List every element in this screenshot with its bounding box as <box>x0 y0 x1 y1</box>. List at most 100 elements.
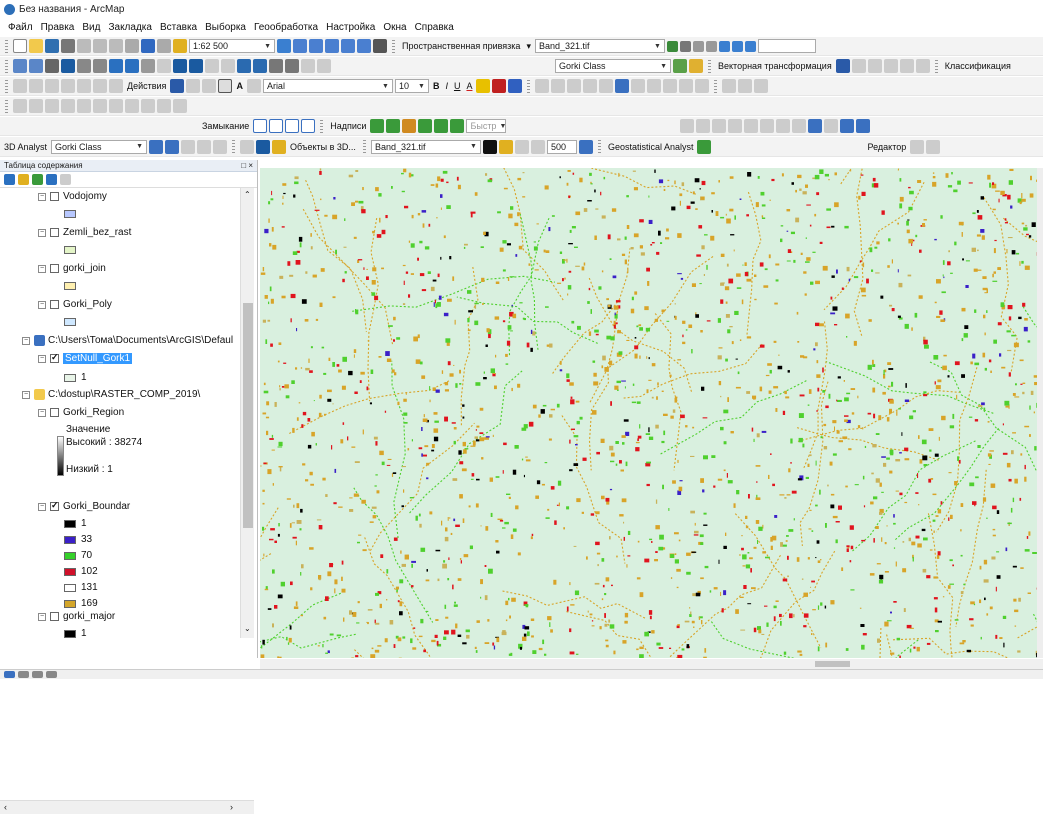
toc-vertical-scrollbar[interactable]: ⌃ ⌄ <box>240 188 254 638</box>
fixed-zoom-out-icon[interactable] <box>93 59 107 73</box>
toc-close-button[interactable]: □ × <box>241 161 253 170</box>
visibility-checkbox[interactable] <box>50 192 59 201</box>
legend-swatch[interactable] <box>64 600 76 608</box>
toolbar-grip[interactable] <box>232 140 235 153</box>
map-horizontal-scrollbar[interactable] <box>260 659 1043 669</box>
scroll-left-icon[interactable]: ‹ <box>4 802 7 812</box>
classify-icon[interactable] <box>689 59 703 73</box>
undo-icon[interactable] <box>141 39 155 53</box>
vertex-icon[interactable] <box>61 79 75 93</box>
analyst-tool-icon[interactable] <box>181 140 195 154</box>
legend-swatch[interactable] <box>64 552 76 560</box>
layer-vodojomy[interactable]: − Vodojomy <box>38 191 107 202</box>
legend-swatch[interactable] <box>64 630 76 638</box>
georef-tool-icon[interactable] <box>663 79 677 93</box>
menu-bookmarks[interactable]: Закладка <box>104 22 155 33</box>
brightness-icon[interactable] <box>499 140 513 154</box>
label-manager-icon[interactable] <box>370 119 384 133</box>
utility-tool-icon[interactable] <box>29 99 43 113</box>
analyst-tool-icon[interactable] <box>165 140 179 154</box>
paste-icon[interactable] <box>109 39 123 53</box>
menu-geoprocessing[interactable]: Геообработка <box>250 22 322 33</box>
find-icon[interactable] <box>253 59 267 73</box>
legend-swatch[interactable] <box>64 584 76 592</box>
fill-color-icon[interactable] <box>476 79 490 93</box>
line-color-icon[interactable] <box>492 79 506 93</box>
link-table-icon[interactable] <box>900 59 914 73</box>
italic-icon[interactable]: I <box>443 81 450 91</box>
georef-tool-icon[interactable] <box>583 79 597 93</box>
layer-gorki-boundar[interactable]: −Gorki_Boundar <box>38 501 130 512</box>
utility-tool-icon[interactable] <box>173 99 187 113</box>
image-tool-icon[interactable] <box>856 119 870 133</box>
menu-windows[interactable]: Окна <box>379 22 410 33</box>
back-icon[interactable] <box>109 59 123 73</box>
preview-icon[interactable] <box>916 59 930 73</box>
globe-icon[interactable] <box>256 140 270 154</box>
goto-xy-icon[interactable] <box>285 59 299 73</box>
tolerance-icon[interactable] <box>93 79 107 93</box>
visibility-checkbox[interactable] <box>50 228 59 237</box>
utility-tool-icon[interactable] <box>45 99 59 113</box>
underline-icon[interactable]: U <box>452 81 463 91</box>
georef-tool-icon[interactable] <box>567 79 581 93</box>
actions-label[interactable]: Действия <box>125 81 168 91</box>
raster-classification-map[interactable] <box>260 168 1037 658</box>
full-extent-icon[interactable] <box>61 59 75 73</box>
menu-insert[interactable]: Вставка <box>156 22 201 33</box>
toolbar-grip[interactable] <box>714 80 717 93</box>
font-dropdown[interactable]: Arial▼ <box>263 79 393 93</box>
print-icon[interactable] <box>61 39 75 53</box>
layer-name[interactable]: Vodojomy <box>63 191 107 202</box>
collapse-icon[interactable]: − <box>38 193 46 201</box>
collapse-icon[interactable]: − <box>38 503 46 511</box>
find-route-icon[interactable] <box>269 59 283 73</box>
vector-transform-label[interactable]: Векторная трансформация <box>716 61 834 71</box>
color-ramp-icon[interactable] <box>808 119 822 133</box>
georef-tool-icon[interactable] <box>535 79 549 93</box>
delete-icon[interactable] <box>125 39 139 53</box>
pause-drawing-icon[interactable] <box>46 671 57 678</box>
image-tool-icon[interactable] <box>840 119 854 133</box>
font-size-dropdown[interactable]: 10▼ <box>395 79 429 93</box>
list-by-source-icon[interactable] <box>18 174 29 185</box>
copy-icon[interactable] <box>93 39 107 53</box>
open-icon[interactable] <box>29 39 43 53</box>
new-icon[interactable] <box>13 39 27 53</box>
menu-edit[interactable]: Правка <box>37 22 79 33</box>
edge-snap-icon[interactable] <box>301 119 315 133</box>
collapse-icon[interactable]: − <box>38 301 46 309</box>
fixed-zoom-in-icon[interactable] <box>77 59 91 73</box>
menu-file[interactable]: Файл <box>4 22 37 33</box>
point-snap-icon[interactable] <box>253 119 267 133</box>
analyst-tool-icon[interactable] <box>240 140 254 154</box>
georef-tool-icon[interactable] <box>551 79 565 93</box>
visibility-checkbox[interactable] <box>50 612 59 621</box>
data-view-icon[interactable] <box>4 671 15 678</box>
folder-path[interactable]: C:\dostup\RASTER_COMP_2019\ <box>48 389 200 400</box>
classification-label[interactable]: Классификация <box>943 61 1013 71</box>
visibility-checkbox[interactable] <box>50 264 59 273</box>
layout-view-icon[interactable] <box>18 671 29 678</box>
layer-name[interactable]: gorki_major <box>63 611 115 622</box>
image-tool-icon[interactable] <box>680 119 694 133</box>
ink-tool-icon[interactable] <box>738 79 752 93</box>
edit-tool-icon[interactable] <box>926 140 940 154</box>
objects3d-label[interactable]: Объекты в 3D... <box>288 142 358 152</box>
georef-tool-icon[interactable] <box>679 79 693 93</box>
georef-tool-icon[interactable] <box>695 79 709 93</box>
edge-icon[interactable] <box>45 79 59 93</box>
scrollbar-thumb[interactable] <box>815 661 850 667</box>
utility-tool-icon[interactable] <box>125 99 139 113</box>
legend-swatch[interactable] <box>64 374 76 382</box>
training-sample-icon[interactable] <box>673 59 687 73</box>
pause-labeling-icon[interactable] <box>402 119 416 133</box>
font-color-icon[interactable]: A <box>464 81 474 91</box>
toolbar-grip[interactable] <box>5 60 8 73</box>
analyst-tool-icon[interactable] <box>213 140 227 154</box>
scale-editor-icon[interactable] <box>13 79 27 93</box>
collapse-icon[interactable]: − <box>38 265 46 273</box>
georef-tool-icon[interactable] <box>615 79 629 93</box>
magnifier-icon[interactable] <box>745 41 756 52</box>
zoom-out-icon[interactable] <box>29 59 43 73</box>
